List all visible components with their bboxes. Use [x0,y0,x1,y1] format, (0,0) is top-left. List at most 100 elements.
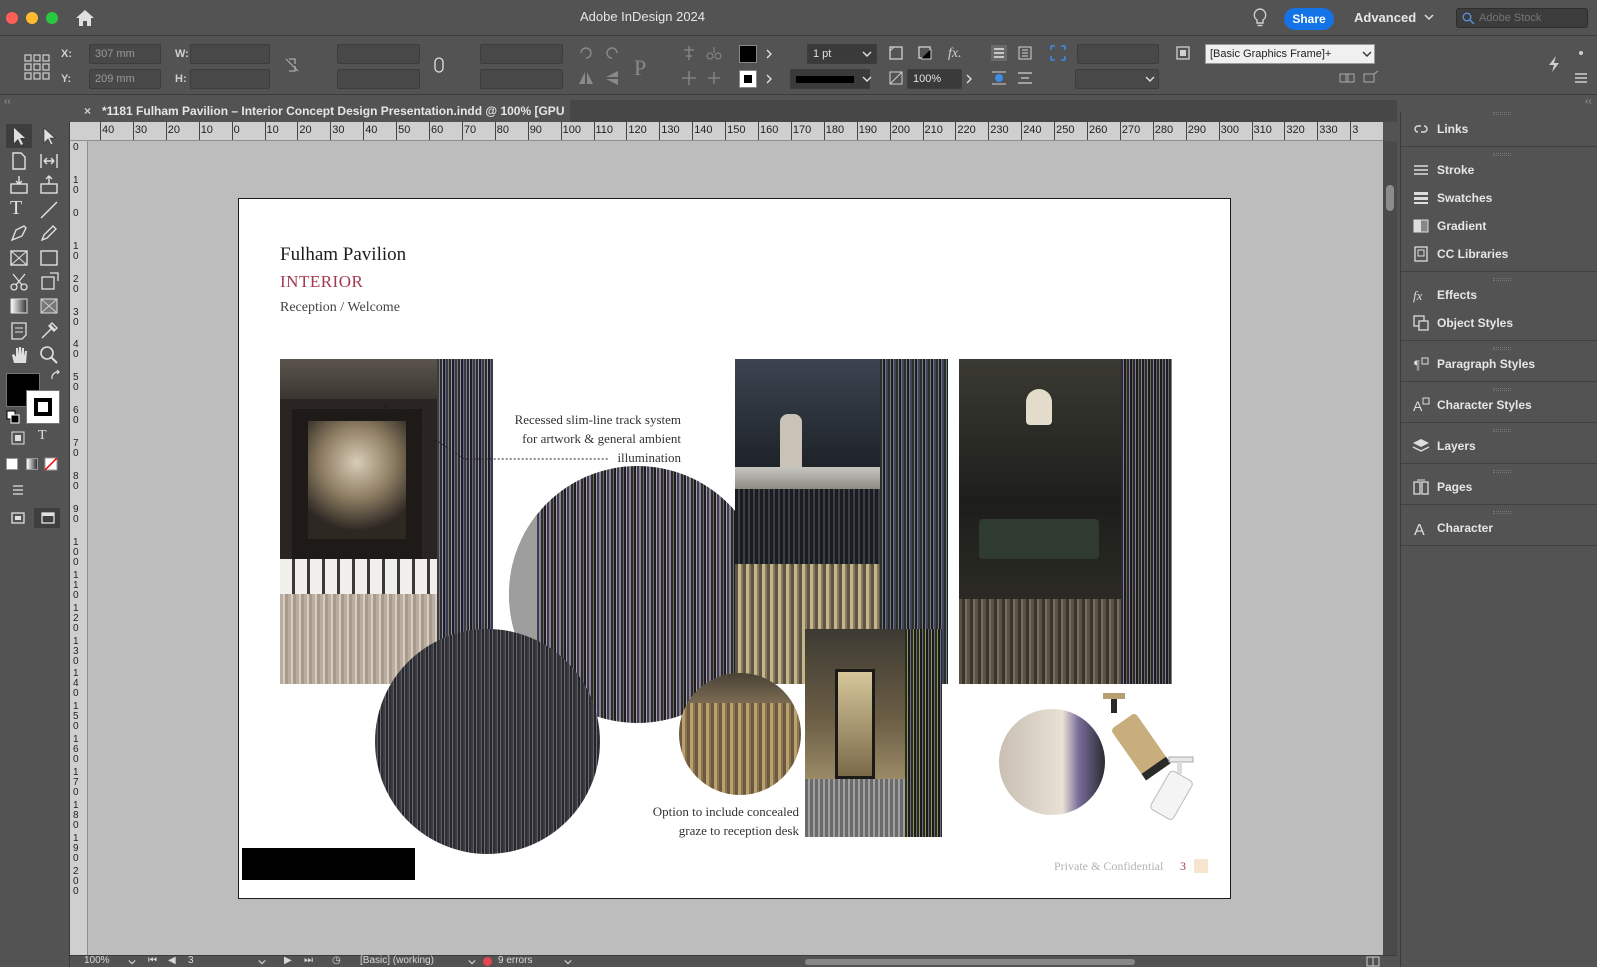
document-page[interactable]: Fulham Pavilion INTERIOR Reception / Wel… [238,198,1231,899]
zoom-tool-icon[interactable] [38,344,60,366]
apply-color-icon[interactable] [6,458,18,470]
collapse-tools-icon[interactable]: ‹‹ [4,96,11,107]
default-colors-icon[interactable] [6,410,20,424]
flip-vertical-icon[interactable] [603,69,621,87]
height-field[interactable] [190,69,270,89]
page-number-field[interactable]: 3 [188,955,194,966]
panel-character-styles[interactable]: A Character Styles [1401,392,1597,420]
drop-shadow-icon[interactable] [916,44,934,62]
column-field[interactable] [1077,44,1159,64]
preflight-errors[interactable]: 9 errors [498,955,532,966]
scale-y-field[interactable] [337,69,420,89]
page-subtitle[interactable]: INTERIOR [280,272,363,292]
share-button[interactable]: Share [1284,8,1334,30]
panel-group-grip[interactable] [1493,470,1511,473]
split-view-icon[interactable] [1366,956,1380,967]
panel-layers[interactable]: Layers [1401,433,1597,461]
y-position-field[interactable]: 209 mm [89,69,161,89]
clear-non-defined-icon[interactable] [1362,69,1380,87]
chevron-right-icon[interactable] [964,74,974,84]
chevron-down-icon[interactable] [1424,12,1434,22]
select-previous-icon[interactable] [680,69,698,87]
document-tab[interactable]: × *1181 Fulham Pavilion – Interior Conce… [70,100,570,140]
chevron-down-icon[interactable] [128,958,136,966]
page-footer[interactable]: Private & Confidential [1054,859,1163,874]
formatting-text-icon[interactable]: T [38,428,47,444]
zoom-level[interactable]: 100% [84,955,110,966]
search-input[interactable] [1479,12,1584,24]
direct-selection-tool-icon[interactable] [38,125,60,147]
next-page-button[interactable]: ▶ [284,955,292,966]
corridor-photo[interactable] [805,629,942,837]
rectangle-frame-tool-icon[interactable] [8,247,30,269]
chevron-right-icon[interactable] [764,49,774,59]
object-style-field[interactable]: [Basic Graphics Frame]+ [1205,44,1375,64]
close-tab-icon[interactable]: × [84,100,91,122]
scale-x-field[interactable] [337,44,420,64]
wrap-object-icon[interactable] [990,69,1008,87]
lounge-photo[interactable] [959,359,1172,684]
formatting-container-icon[interactable] [10,430,26,446]
chevron-down-icon[interactable] [564,958,572,966]
last-page-button[interactable]: ⏭ [304,955,313,966]
panel-links[interactable]: Links [1401,116,1597,144]
select-next-icon[interactable] [705,69,723,87]
pen-tool-icon[interactable] [8,222,30,244]
panel-group-grip[interactable] [1493,388,1511,391]
text-wrap-icon[interactable] [990,44,1008,62]
rectangle-tool-icon[interactable] [38,247,60,269]
horizontal-ruler[interactable]: 40 30 20 10 0 10 20 30 40 50 60 70 80 90 100 110 120 130 1… [70,122,1383,141]
p-icon[interactable]: P [634,55,646,81]
material-sample-circle-medium[interactable] [375,629,600,854]
horizontal-scrollbar-thumb[interactable] [805,959,1135,965]
fill-swatch[interactable] [739,45,757,63]
clear-overrides-icon[interactable] [1338,69,1356,87]
quick-actions-icon[interactable] [1545,55,1563,73]
panel-cc-libraries[interactable]: CC Libraries [1401,241,1597,269]
opacity-icon[interactable] [887,69,905,87]
first-page-button[interactable]: ⏮ [148,955,157,966]
chevron-down-icon[interactable] [258,958,266,966]
flip-horizontal-icon[interactable] [577,69,595,87]
track-spotlight-image[interactable] [1099,689,1199,829]
wall-light-circle[interactable] [999,709,1105,815]
gap-tool-icon[interactable] [38,150,60,172]
eyedropper-tool-icon[interactable] [38,320,60,342]
wrap-bounding-icon[interactable] [1016,44,1034,62]
object-style-icon[interactable] [1174,44,1192,62]
link-scale-icon[interactable] [430,56,448,74]
panel-group-grip[interactable] [1493,511,1511,514]
page-number[interactable]: 3 [1180,859,1186,874]
auto-fit-icon[interactable] [1049,44,1067,62]
selection-tool-icon[interactable] [8,125,30,147]
panel-group-grip[interactable] [1493,278,1511,281]
vertical-scrollbar[interactable] [1383,141,1397,955]
panel-stroke[interactable]: Stroke [1401,157,1597,185]
panel-group-grip[interactable] [1493,429,1511,432]
chevron-down-icon[interactable] [862,74,872,84]
panel-options-icon[interactable] [1572,44,1590,62]
collapse-panels-icon[interactable]: ‹‹ [1585,96,1592,107]
reference-point-icon[interactable] [24,54,50,80]
x-position-field[interactable]: 307 mm [89,44,161,64]
panel-group-grip[interactable] [1493,112,1511,115]
select-content-icon[interactable] [705,44,723,62]
chevron-down-icon[interactable] [862,49,872,59]
screen-mode-normal-icon[interactable] [10,510,26,526]
gradient-swatch-tool-icon[interactable] [8,295,30,317]
stroke-color-box[interactable] [26,390,60,424]
chevron-right-icon[interactable] [764,74,774,84]
previous-page-button[interactable]: ◀ [168,955,176,966]
apply-none-icon[interactable] [44,457,58,471]
panel-group-grip[interactable] [1493,347,1511,350]
slatted-wood-circle[interactable] [679,673,801,795]
chevron-down-icon[interactable] [1362,49,1372,59]
constrain-proportions-icon[interactable] [283,56,301,74]
page-tool-icon[interactable] [8,150,30,172]
stroke-swatch[interactable] [739,70,757,88]
stroke-type-field[interactable] [790,69,870,89]
select-container-icon[interactable] [680,44,698,62]
adobe-stock-search[interactable] [1456,8,1588,28]
screen-mode-preview-icon[interactable] [40,510,56,526]
edit-toolbar-icon[interactable] [10,482,26,498]
